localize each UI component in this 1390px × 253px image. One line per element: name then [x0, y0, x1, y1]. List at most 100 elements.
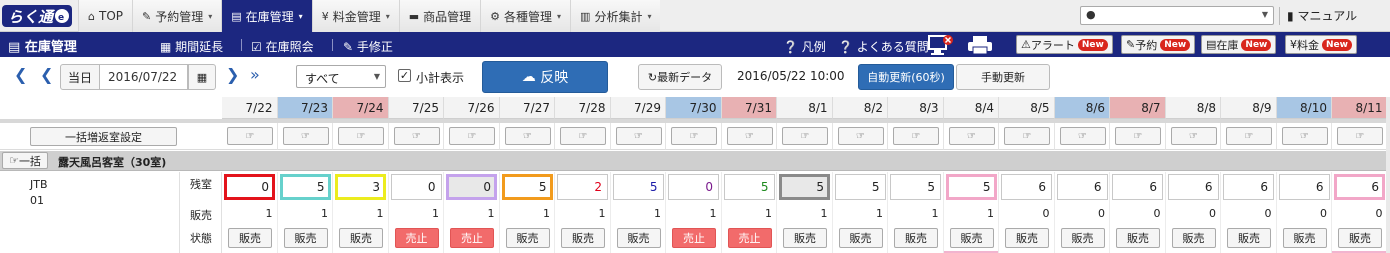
manual-update-button[interactable]: 手動更新	[956, 64, 1050, 90]
remain-input[interactable]: 6	[1056, 174, 1108, 200]
status-toggle-button[interactable]: 販売	[1005, 228, 1049, 248]
filter-select[interactable]: すべて ▼	[296, 65, 386, 88]
bulk-edit-button[interactable]: ☞	[1170, 127, 1217, 145]
vertical-scrollbar[interactable]	[1386, 97, 1390, 253]
status-toggle-button[interactable]: 販売	[1171, 228, 1216, 248]
status-toggle-button[interactable]: 売止	[450, 228, 494, 248]
status-toggle-button[interactable]: 販売	[838, 228, 883, 248]
remain-input[interactable]: 6	[1112, 174, 1163, 200]
status-toggle-button[interactable]: 販売	[283, 228, 328, 248]
status-toggle-button[interactable]: 販売	[339, 228, 383, 248]
nav-tab[interactable]: ✎ 予約管理 ▾	[132, 0, 222, 32]
reservation-button[interactable]: ✎ 予約 New	[1121, 35, 1196, 54]
pc-error-icon[interactable]	[928, 34, 954, 56]
remain-input[interactable]: 5	[945, 174, 997, 200]
status-toggle-button[interactable]: 販売	[783, 228, 827, 248]
status-toggle-button[interactable]: 販売	[1116, 228, 1160, 248]
remain-input[interactable]: 5	[501, 174, 553, 200]
today-button[interactable]: 当日	[60, 64, 100, 90]
legend-link[interactable]: ❔ 凡例	[783, 38, 826, 55]
printer-icon[interactable]	[966, 35, 994, 55]
status-toggle-button[interactable]: 売止	[672, 228, 716, 248]
bulk-edit-button[interactable]: ☞	[671, 127, 717, 145]
bulk-edit-button[interactable]: ☞	[1059, 127, 1106, 145]
bulk-all-button[interactable]: ☞ 一括	[2, 152, 48, 169]
bulk-edit-button[interactable]: ☞	[893, 127, 939, 145]
status-toggle-button[interactable]: 販売	[1282, 228, 1327, 248]
status-toggle-button[interactable]: 販売	[616, 228, 661, 248]
remain-input[interactable]: 0	[390, 174, 442, 200]
nav-tab[interactable]: ▥ 分析集計 ▾	[570, 0, 661, 32]
stock-inquiry-link[interactable]: ☑ 在庫照会	[251, 38, 314, 55]
remain-input[interactable]: 5	[279, 174, 331, 200]
remain-input[interactable]: 6	[1167, 174, 1219, 200]
remain-input[interactable]: 5	[834, 174, 886, 200]
chevron-left-icon[interactable]: ❮	[14, 65, 27, 84]
remain-input[interactable]: 0	[668, 174, 719, 200]
nav-tab[interactable]: ¥ 料金管理 ▾	[311, 0, 399, 32]
user-select[interactable]: ● ▼	[1080, 6, 1274, 25]
remain-input[interactable]: 5	[890, 174, 941, 200]
remain-input[interactable]: 2	[557, 174, 608, 200]
bulk-edit-button[interactable]: ☞	[782, 127, 828, 145]
status-toggle-button[interactable]: 販売	[894, 228, 938, 248]
bulk-edit-button[interactable]: ☞	[560, 127, 606, 145]
bulk-edit-button[interactable]: ☞	[338, 127, 384, 145]
subtotal-checkbox[interactable]: ✓	[398, 69, 411, 82]
status-toggle-button[interactable]: 販売	[228, 228, 272, 248]
status-toggle-button[interactable]: 販売	[505, 228, 550, 248]
bulk-edit-button[interactable]: ☞	[504, 127, 551, 145]
status-toggle-button[interactable]: 販売	[1060, 228, 1105, 248]
double-chevron-right-icon[interactable]: »	[250, 65, 260, 84]
status-toggle-button[interactable]: 販売	[949, 228, 994, 248]
remain-input[interactable]: 6	[1334, 174, 1385, 200]
calendar-button[interactable]: ▦	[188, 64, 216, 90]
remain-input[interactable]: 6	[1223, 174, 1274, 200]
auto-update-button[interactable]: 自動更新(60秒)	[858, 64, 954, 90]
bulk-edit-button[interactable]: ☞	[449, 127, 495, 145]
bulk-edit-button[interactable]: ☞	[615, 127, 662, 145]
nav-tab[interactable]: ▬ 商品管理	[398, 0, 481, 32]
chevron-right-icon[interactable]: ❯	[226, 65, 239, 84]
bulk-edit-button[interactable]: ☞	[282, 127, 329, 145]
status-toggle-button[interactable]: 販売	[1338, 228, 1382, 248]
status-toggle-button[interactable]: 売止	[394, 228, 439, 248]
bulk-edit-button[interactable]: ☞	[948, 127, 995, 145]
status-toggle-button[interactable]: 売止	[727, 228, 772, 248]
bulk-edit-button[interactable]: ☞	[393, 127, 440, 145]
alert-button[interactable]: ⚠ アラート New	[1016, 35, 1113, 54]
bulk-edit-button[interactable]: ☞	[227, 127, 273, 145]
refresh-button[interactable]: ↻ 最新データ	[638, 64, 722, 90]
bulk-edit-button[interactable]: ☞	[1004, 127, 1050, 145]
remain-input[interactable]: 6	[1001, 174, 1052, 200]
bulk-edit-button[interactable]: ☞	[1281, 127, 1328, 145]
status-toggle-button[interactable]: 販売	[561, 228, 605, 248]
bulk-edit-button[interactable]: ☞	[726, 127, 773, 145]
bulk-edit-button[interactable]: ☞	[1115, 127, 1161, 145]
manual-fix-link[interactable]: ✎ 手修正	[343, 38, 393, 55]
rate-button[interactable]: ¥ 料金 New	[1285, 35, 1357, 54]
manual-link[interactable]: ▮ マニュアル	[1287, 7, 1357, 24]
remain-input[interactable]: 5	[779, 174, 830, 200]
bulk-edit-button[interactable]: ☞	[837, 127, 884, 145]
date-input[interactable]: 2016/07/22	[100, 64, 188, 90]
bulk-edit-button[interactable]: ☞	[1226, 127, 1272, 145]
faq-link[interactable]: ❔ よくある質問	[838, 38, 929, 55]
status-toggle-button[interactable]: 販売	[1227, 228, 1271, 248]
nav-tab[interactable]: ▤ 在庫管理 ▾	[221, 0, 312, 32]
nav-tab[interactable]: ⌂ TOP	[78, 0, 132, 32]
raku2-logo[interactable]: らく通 e	[2, 3, 72, 29]
remain-input[interactable]: 5	[612, 174, 664, 200]
apply-button[interactable]: ☁ 反映	[482, 61, 608, 93]
bulk-return-setting-button[interactable]: 一括増返室設定	[30, 127, 177, 146]
remain-input[interactable]: 3	[335, 174, 386, 200]
remain-input[interactable]: 5	[723, 174, 775, 200]
extend-period-link[interactable]: ▦ 期間延長	[160, 38, 223, 55]
remain-input[interactable]: 0	[446, 174, 497, 200]
remain-input[interactable]: 0	[224, 174, 275, 200]
remain-input[interactable]: 6	[1278, 174, 1330, 200]
stock-button[interactable]: ▤ 在庫 New	[1201, 35, 1277, 54]
bulk-edit-button[interactable]: ☞	[1337, 127, 1383, 145]
nav-tab[interactable]: ⚙ 各種管理 ▾	[480, 0, 571, 32]
chevron-left-icon[interactable]: ❮	[40, 65, 53, 84]
